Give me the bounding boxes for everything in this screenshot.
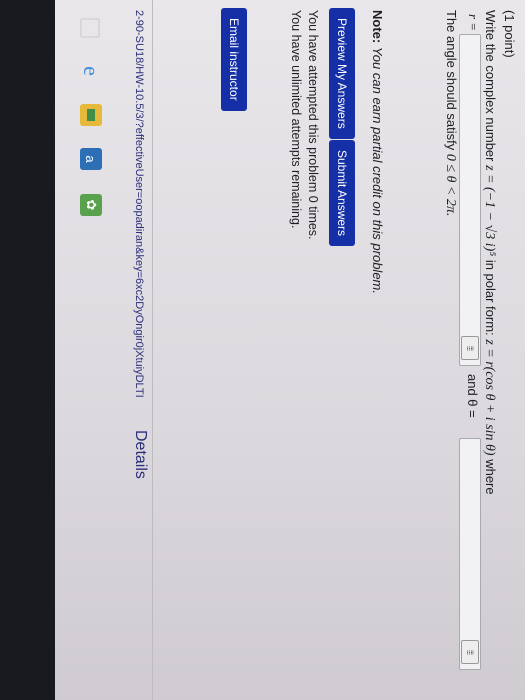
theta-input[interactable] bbox=[459, 438, 481, 670]
edge-icon[interactable]: e bbox=[79, 60, 104, 82]
submit-answers-button[interactable]: Submit Answers bbox=[329, 140, 355, 247]
window-icon[interactable] bbox=[80, 18, 100, 38]
email-instructor-button[interactable]: Email instructor bbox=[221, 8, 247, 111]
photos-icon[interactable]: ✿ bbox=[80, 194, 102, 216]
angle-condition: The angle should satisfy 0 ≤ θ < 2π. bbox=[443, 10, 459, 217]
theta-label: and θ = bbox=[465, 374, 480, 418]
details-link[interactable]: Details bbox=[131, 430, 149, 479]
r-matrix-icon[interactable]: ⁞⁞⁞ bbox=[461, 336, 479, 360]
arrow-icon[interactable]: ➤ bbox=[80, 236, 102, 258]
files-icon-inner bbox=[87, 109, 95, 121]
attempts-remaining: You have unlimited attempts remaining. bbox=[289, 10, 303, 229]
problem-question: Write the complex number z = (−1 − √3 i)… bbox=[481, 10, 498, 495]
partial-credit-note: Note: You can earn partial credit on thi… bbox=[370, 10, 385, 294]
taskbar: e a ✿ ➤ bbox=[50, 0, 110, 700]
webwork-page: (1 point) Write the complex number z = (… bbox=[0, 0, 525, 700]
files-icon[interactable] bbox=[80, 104, 102, 126]
bezel bbox=[0, 0, 55, 700]
question-suffix: where bbox=[483, 459, 498, 495]
r-input[interactable] bbox=[459, 34, 481, 366]
amazon-icon[interactable]: a bbox=[80, 148, 102, 170]
question-expression: z = (−1 − √3 i)⁵ bbox=[482, 165, 497, 257]
r-label: r = bbox=[466, 14, 481, 32]
divider bbox=[152, 0, 153, 700]
question-polar-form: z = r(cos θ + i sin θ) bbox=[482, 339, 497, 456]
status-bar-url: 2-90-SU18/HW-10.5/3/?effectiveUser=oopad… bbox=[133, 10, 145, 398]
question-middle: in polar form: bbox=[483, 259, 498, 336]
preview-answers-button[interactable]: Preview My Answers bbox=[329, 8, 355, 139]
attempts-status: You have attempted this problem 0 times. bbox=[306, 10, 320, 240]
question-prefix: Write the complex number bbox=[483, 10, 498, 162]
theta-matrix-icon[interactable]: ⁞⁞⁞ bbox=[461, 640, 479, 664]
problem-points: (1 point) bbox=[502, 10, 517, 58]
